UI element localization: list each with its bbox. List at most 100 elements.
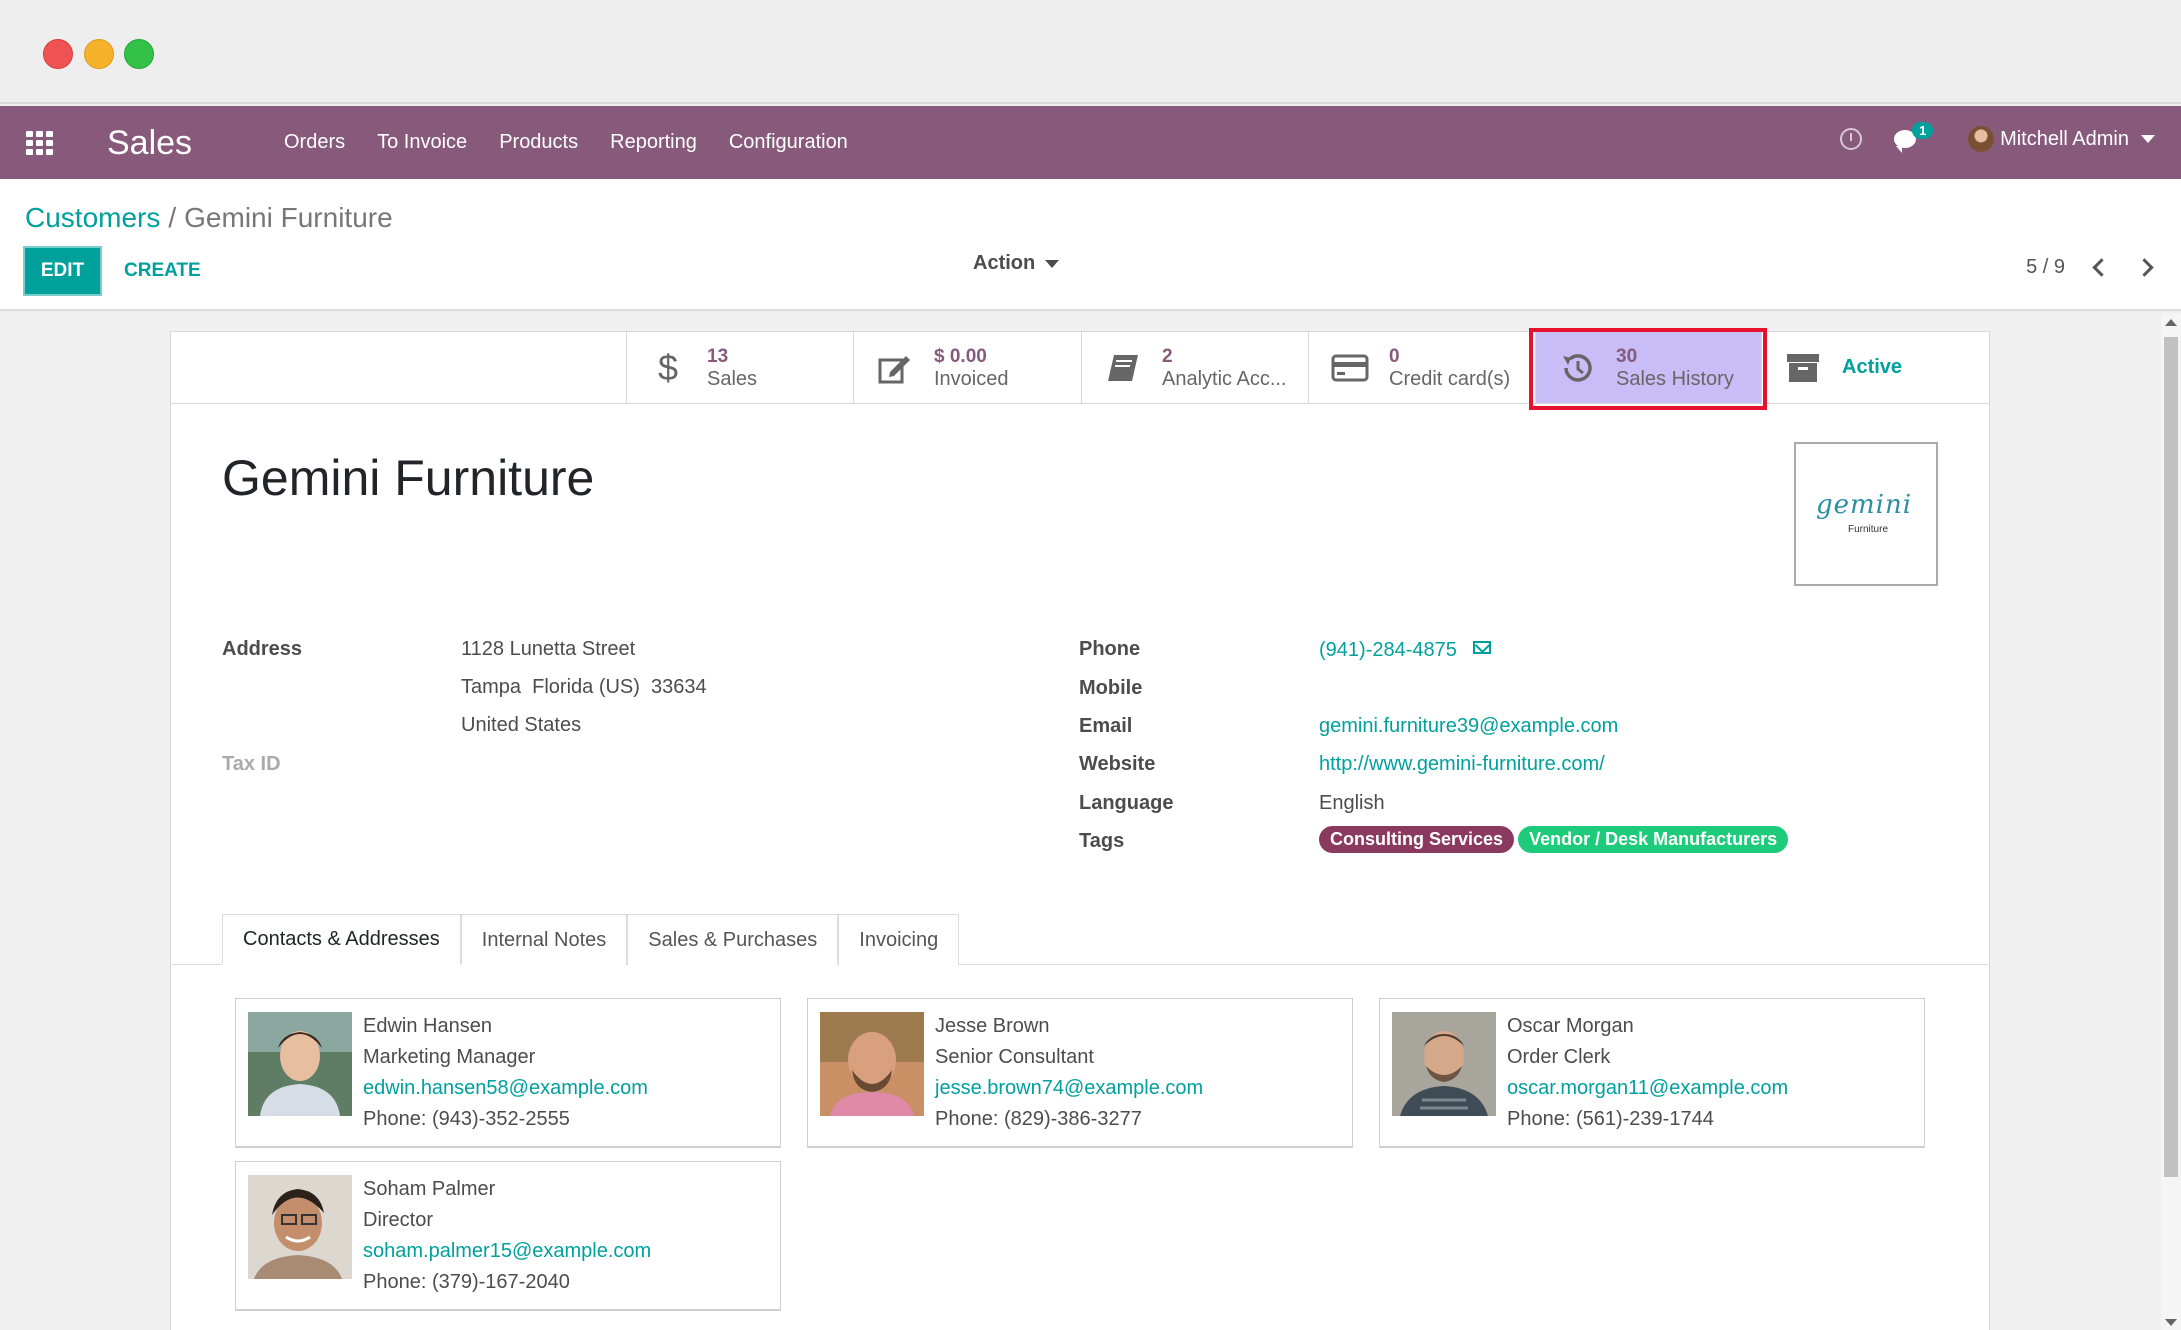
mobile-label: Mobile: [1079, 677, 1143, 699]
user-avatar: [1968, 126, 1995, 152]
analytic-accounts-smart-button[interactable]: 2 Analytic Acc...: [1081, 332, 1309, 403]
website-label: Website: [1079, 753, 1156, 775]
activity-clock-icon[interactable]: [1840, 128, 1863, 150]
menu-item-products[interactable]: Products: [499, 131, 578, 154]
contact-info: Oscar Morgan Order Clerk oscar.morgan11@…: [1507, 1011, 1788, 1135]
breadcrumb-separator: /: [168, 202, 177, 233]
contact-info: Jesse Brown Senior Consultant jesse.brow…: [935, 1011, 1203, 1135]
scroll-up-arrow[interactable]: [2165, 319, 2177, 326]
active-toggle-button[interactable]: Active: [1761, 332, 1989, 403]
control-panel: Customers / Gemini Furniture EDIT CREATE A…: [0, 179, 2181, 311]
contact-title: Marketing Manager: [363, 1046, 536, 1068]
invoiced-smart-button[interactable]: $ 0.00 Invoiced: [853, 332, 1081, 403]
contact-card[interactable]: Jesse Brown Senior Consultant jesse.brow…: [807, 998, 1353, 1148]
phone-link[interactable]: (941)-284-4875: [1319, 639, 1457, 661]
archive-icon: [1784, 352, 1822, 384]
contact-title: Order Clerk: [1507, 1046, 1611, 1068]
sales-label: Sales: [707, 367, 758, 390]
book-icon: [1104, 352, 1142, 384]
sales-count: 13: [707, 345, 729, 367]
menu-item-orders[interactable]: Orders: [284, 131, 345, 154]
credit-cards-smart-button[interactable]: 0 Credit card(s): [1308, 332, 1536, 403]
phone-label: Phone: [1079, 638, 1141, 660]
form-sheet: $ 13 Sales $ 0.00 Invoiced 2 Analytic Acc..…: [170, 328, 1990, 1330]
contact-avatar: [1392, 1012, 1496, 1116]
scroll-down-arrow[interactable]: [2165, 1319, 2177, 1326]
tab-contacts-addresses[interactable]: Contacts & Addresses: [222, 914, 461, 965]
contact-name: Edwin Hansen: [363, 1015, 492, 1037]
notebook-tabs: Contacts & Addresses Internal Notes Sale…: [222, 914, 960, 965]
contact-card[interactable]: Oscar Morgan Order Clerk oscar.morgan11@…: [1379, 998, 1925, 1148]
tags-list: Consulting Services Vendor / Desk Manufac…: [1319, 826, 1792, 853]
analytic-label: Analytic Acc...: [1162, 367, 1287, 390]
partner-logo[interactable]: gemini Furniture: [1794, 442, 1938, 586]
history-icon: [1558, 351, 1596, 385]
partner-name: Gemini Furniture: [222, 450, 595, 506]
menu-item-configuration[interactable]: Configuration: [729, 131, 848, 154]
contact-phone: Phone: (561)-239-1744: [1507, 1108, 1714, 1130]
user-name: Mitchell Admin: [2000, 127, 2129, 150]
tag-vendor-desk-manufacturers[interactable]: Vendor / Desk Manufacturers: [1518, 826, 1789, 853]
contact-email[interactable]: jesse.brown74@example.com: [935, 1073, 1203, 1104]
tab-invoicing[interactable]: Invoicing: [838, 914, 960, 965]
caret-down-icon: [1045, 259, 1060, 268]
address-label: Address: [222, 638, 303, 660]
vertical-scrollbar[interactable]: [2161, 313, 2181, 1330]
dollar-icon: $: [657, 346, 679, 388]
edit-button[interactable]: EDIT: [23, 246, 102, 296]
contact-card[interactable]: Edwin Hansen Marketing Manager edwin.han…: [235, 998, 781, 1148]
address-city: Tampa Florida (US) 33634: [461, 676, 707, 698]
scroll-thumb[interactable]: [2164, 337, 2178, 1177]
breadcrumb-customers[interactable]: Customers: [25, 202, 160, 233]
apps-menu-icon[interactable]: [26, 131, 54, 155]
navbar-systray: 1 Mitchell Admin: [1840, 122, 2155, 153]
tag-consulting-services[interactable]: Consulting Services: [1319, 826, 1515, 853]
analytic-count: 2: [1162, 345, 1173, 367]
sms-envelope-icon[interactable]: [1472, 641, 1491, 655]
email-link[interactable]: gemini.furniture39@example.com: [1319, 715, 1618, 738]
invoiced-label: Invoiced: [934, 367, 1009, 390]
language-value: English: [1319, 792, 1385, 814]
contact-phone: Phone: (829)-386-3277: [935, 1108, 1142, 1130]
logo-script-text: gemini: [1816, 490, 1913, 520]
create-button[interactable]: CREATE: [124, 260, 201, 282]
tab-sales-purchases[interactable]: Sales & Purchases: [627, 914, 839, 965]
contact-email[interactable]: edwin.hansen58@example.com: [363, 1073, 648, 1104]
chevron-left-icon[interactable]: [2092, 258, 2111, 277]
minimize-window-button[interactable]: [84, 39, 114, 69]
contact-info: Soham Palmer Director soham.palmer15@exa…: [363, 1174, 651, 1298]
smart-button-box: $ 13 Sales $ 0.00 Invoiced 2 Analytic Acc..…: [171, 328, 1989, 410]
contact-email[interactable]: oscar.morgan11@example.com: [1507, 1073, 1788, 1104]
chevron-right-icon[interactable]: [2135, 258, 2154, 277]
pager-value[interactable]: 5 / 9: [2026, 256, 2065, 279]
contact-title: Director: [363, 1209, 434, 1231]
menu-item-to-invoice[interactable]: To Invoice: [377, 131, 467, 154]
invoiced-amount: $ 0.00: [934, 345, 987, 367]
chat-count-badge: 1: [1912, 122, 1934, 139]
contact-info: Edwin Hansen Marketing Manager edwin.han…: [363, 1011, 648, 1135]
app-brand[interactable]: Sales: [107, 124, 192, 163]
address-country: United States: [461, 714, 582, 736]
contact-avatar: [248, 1012, 352, 1116]
breadcrumb-current: Gemini Furniture: [184, 202, 393, 233]
action-dropdown[interactable]: Action: [973, 252, 1060, 275]
action-label: Action: [973, 252, 1036, 274]
maximize-window-button[interactable]: [124, 39, 154, 69]
close-window-button[interactable]: [43, 39, 73, 69]
credit-card-icon: [1331, 353, 1369, 383]
messaging-menu[interactable]: 1: [1894, 122, 1934, 153]
tab-internal-notes[interactable]: Internal Notes: [460, 914, 628, 965]
menu-item-reporting[interactable]: Reporting: [610, 131, 697, 154]
sales-history-label: Sales History: [1616, 367, 1734, 390]
website-link[interactable]: http://www.gemini-furniture.com/: [1319, 753, 1605, 776]
language-label: Language: [1079, 792, 1174, 814]
credit-card-label: Credit card(s): [1389, 367, 1511, 390]
sales-smart-button[interactable]: $ 13 Sales: [626, 332, 854, 403]
sales-history-count: 30: [1616, 345, 1638, 367]
contact-card[interactable]: Soham Palmer Director soham.palmer15@exa…: [235, 1161, 781, 1311]
sales-history-smart-button[interactable]: 30 Sales History: [1535, 332, 1761, 403]
contact-email[interactable]: soham.palmer15@example.com: [363, 1236, 651, 1267]
email-label: Email: [1079, 715, 1133, 737]
window-titlebar: [0, 0, 2181, 104]
user-menu[interactable]: Mitchell Admin: [1968, 126, 2155, 152]
